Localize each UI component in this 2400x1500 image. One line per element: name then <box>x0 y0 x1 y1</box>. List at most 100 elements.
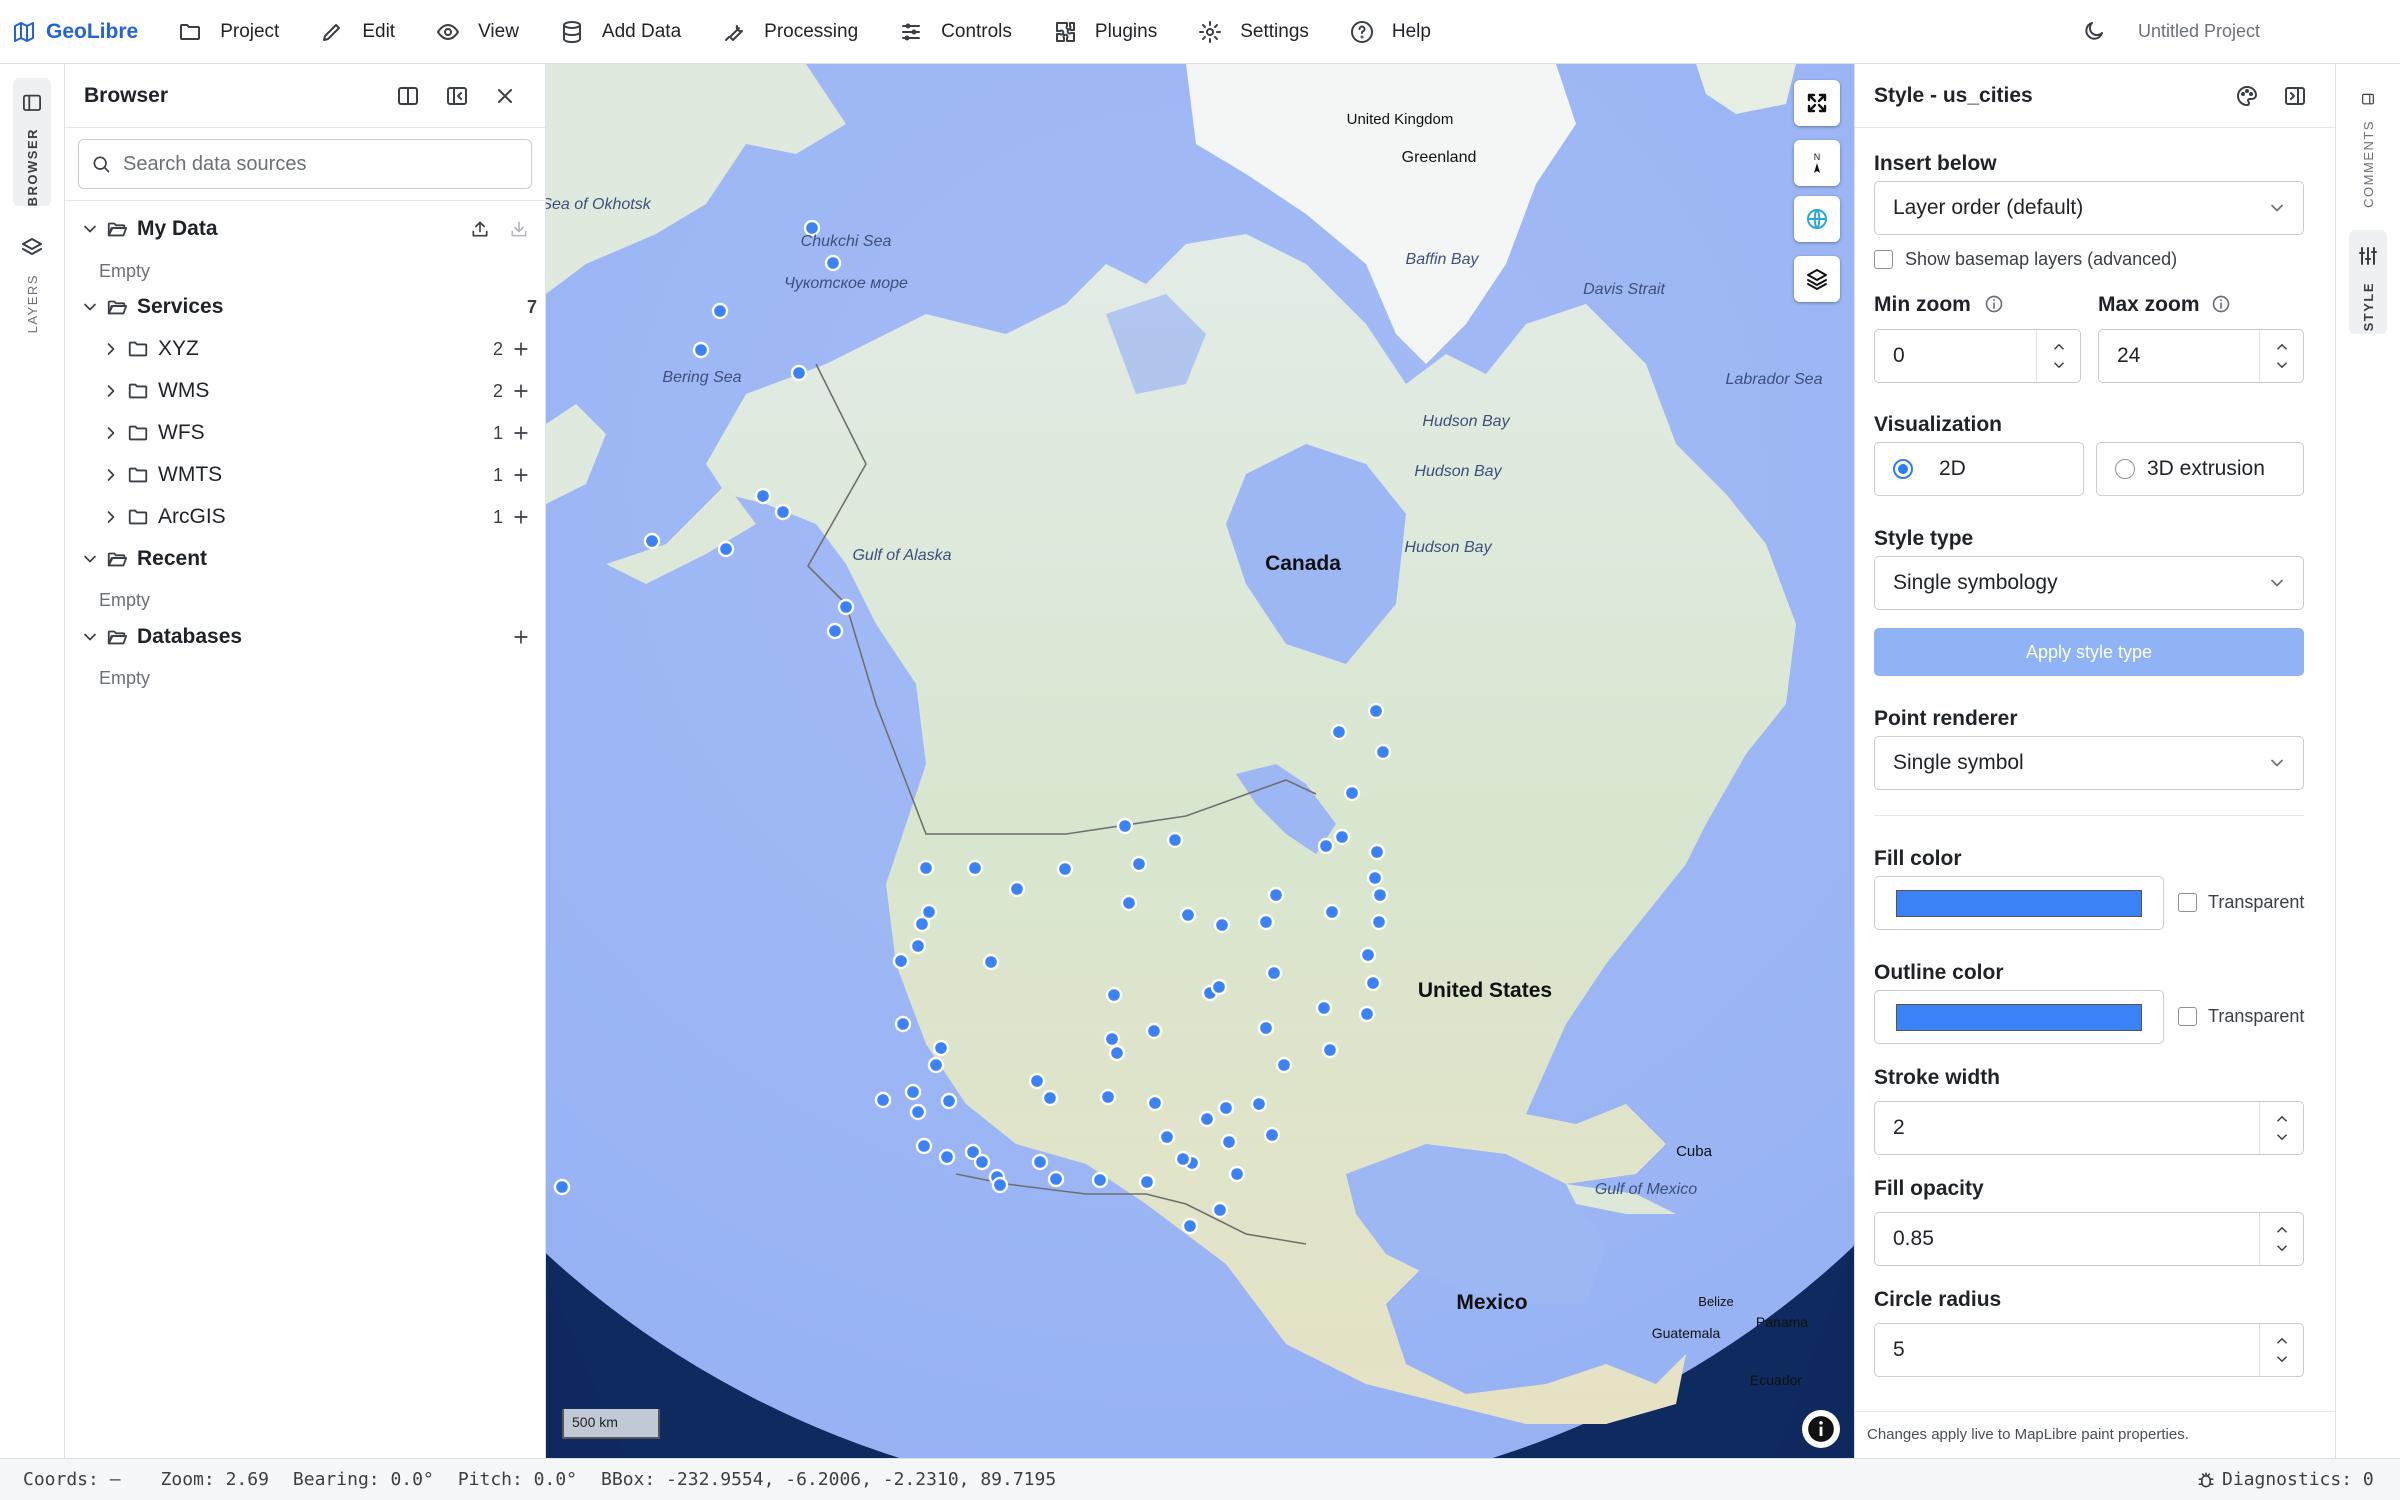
city-point[interactable] <box>1257 913 1275 931</box>
city-point[interactable] <box>932 1039 950 1057</box>
tree-item-wms[interactable]: WMS 2 <box>65 371 545 411</box>
stroke-width-input[interactable]: 2 <box>1874 1101 2304 1155</box>
city-point[interactable] <box>1146 1094 1164 1112</box>
city-point[interactable] <box>1257 1019 1275 1037</box>
city-point[interactable] <box>927 1056 945 1074</box>
menu-project[interactable]: Project <box>158 0 300 64</box>
map-canvas[interactable]: United Kingdom Greenland Canada United S… <box>546 64 1854 1458</box>
point-renderer-select[interactable]: Single symbol <box>1874 736 2304 790</box>
rail-tab-layers[interactable]: LAYERS <box>13 222 51 342</box>
search-input[interactable] <box>123 152 503 176</box>
city-point[interactable] <box>913 915 931 933</box>
chevron-down-icon[interactable] <box>2273 1239 2291 1257</box>
city-point[interactable] <box>837 598 855 616</box>
insert-below-select[interactable]: Layer order (default) <box>1874 181 2304 235</box>
city-point[interactable] <box>1321 1041 1339 1059</box>
menu-add-data[interactable]: Add Data <box>540 0 702 64</box>
city-point[interactable] <box>1371 886 1389 904</box>
city-point[interactable] <box>1145 1022 1163 1040</box>
tree-item-databases[interactable]: Databases <box>65 617 545 657</box>
city-point[interactable] <box>917 859 935 877</box>
city-point[interactable] <box>826 622 844 640</box>
city-point[interactable] <box>991 1176 1009 1194</box>
city-point[interactable] <box>1366 869 1384 887</box>
bug-icon[interactable] <box>2196 1470 2216 1490</box>
city-point[interactable] <box>1323 903 1341 921</box>
city-point[interactable] <box>1275 1056 1293 1074</box>
outline-transparent-checkbox[interactable] <box>2178 1007 2197 1026</box>
rail-tab-style[interactable]: STYLE <box>2349 230 2387 334</box>
tree-item-xyz[interactable]: XYZ 2 <box>65 329 545 369</box>
city-point[interactable] <box>1091 1171 1109 1189</box>
max-zoom-stepper[interactable] <box>2259 330 2303 382</box>
chevron-up-icon[interactable] <box>2273 1221 2291 1239</box>
download-icon[interactable] <box>509 219 529 239</box>
fill-opacity-stepper[interactable] <box>2259 1213 2303 1265</box>
city-point[interactable] <box>909 937 927 955</box>
city-point[interactable] <box>1367 702 1385 720</box>
tree-item-my-data[interactable]: My Data <box>65 209 545 249</box>
outline-color-picker[interactable] <box>1874 990 2164 1044</box>
plus-icon[interactable] <box>511 339 531 359</box>
city-point[interactable] <box>973 1153 991 1171</box>
tree-item-services[interactable]: Services 7 <box>65 287 545 327</box>
city-point[interactable] <box>1265 964 1283 982</box>
city-point[interactable] <box>1166 831 1184 849</box>
info-icon[interactable] <box>1984 294 2004 314</box>
plus-icon[interactable] <box>511 465 531 485</box>
city-point[interactable] <box>904 1083 922 1101</box>
status-diagnostics[interactable]: Diagnostics: 0 <box>2222 1469 2374 1490</box>
city-point[interactable] <box>1370 913 1388 931</box>
chevron-up-icon[interactable] <box>2273 1110 2291 1128</box>
city-point[interactable] <box>892 952 910 970</box>
chevron-up-icon[interactable] <box>2050 338 2068 356</box>
chevron-up-icon[interactable] <box>2273 338 2291 356</box>
menu-help[interactable]: Help <box>1330 0 1452 64</box>
tree-item-wmts[interactable]: WMTS 1 <box>65 455 545 495</box>
city-point[interactable] <box>1008 880 1026 898</box>
fill-opacity-input[interactable]: 0.85 <box>1874 1212 2304 1266</box>
collapse-panel-icon[interactable] <box>445 84 469 108</box>
moon-icon[interactable] <box>2082 19 2106 43</box>
menu-view[interactable]: View <box>416 0 540 64</box>
city-point[interactable] <box>1359 946 1377 964</box>
split-view-icon[interactable] <box>396 84 420 108</box>
collapse-panel-icon[interactable] <box>2283 84 2307 108</box>
city-point[interactable] <box>966 859 984 877</box>
max-zoom-input[interactable]: 24 <box>2098 329 2304 383</box>
city-point[interactable] <box>1333 828 1351 846</box>
city-point[interactable] <box>1358 1005 1376 1023</box>
app-logo[interactable]: GeoLibre <box>12 20 138 44</box>
city-point[interactable] <box>754 487 772 505</box>
city-point[interactable] <box>1174 1150 1192 1168</box>
outline-color-swatch[interactable] <box>1896 1004 2142 1031</box>
city-point[interactable] <box>1220 1133 1238 1151</box>
city-point[interactable] <box>774 503 792 521</box>
city-point[interactable] <box>790 364 808 382</box>
city-point[interactable] <box>1210 978 1228 996</box>
city-point[interactable] <box>894 1015 912 1033</box>
info-icon[interactable] <box>2211 294 2231 314</box>
compass-button[interactable]: N <box>1794 140 1840 186</box>
upload-icon[interactable] <box>470 219 490 239</box>
chevron-right-icon[interactable] <box>101 381 121 401</box>
chevron-down-icon[interactable] <box>2273 1128 2291 1146</box>
min-zoom-input[interactable]: 0 <box>1874 329 2081 383</box>
city-point[interactable] <box>1056 860 1074 878</box>
radio-2d[interactable] <box>1893 459 1913 479</box>
city-point[interactable] <box>938 1148 956 1166</box>
city-point[interactable] <box>1028 1072 1046 1090</box>
rail-tab-browser[interactable]: BROWSER <box>13 78 51 206</box>
fill-color-picker[interactable] <box>1874 876 2164 930</box>
plus-icon[interactable] <box>511 381 531 401</box>
chevron-right-icon[interactable] <box>101 507 121 527</box>
chevron-up-icon[interactable] <box>2273 1332 2291 1350</box>
city-point[interactable] <box>1116 817 1134 835</box>
city-point[interactable] <box>1250 1095 1268 1113</box>
city-point[interactable] <box>1374 743 1392 761</box>
city-point[interactable] <box>824 254 842 272</box>
circle-radius-stepper[interactable] <box>2259 1324 2303 1376</box>
city-point[interactable] <box>874 1091 892 1109</box>
city-point[interactable] <box>1041 1089 1059 1107</box>
city-point[interactable] <box>1158 1128 1176 1146</box>
